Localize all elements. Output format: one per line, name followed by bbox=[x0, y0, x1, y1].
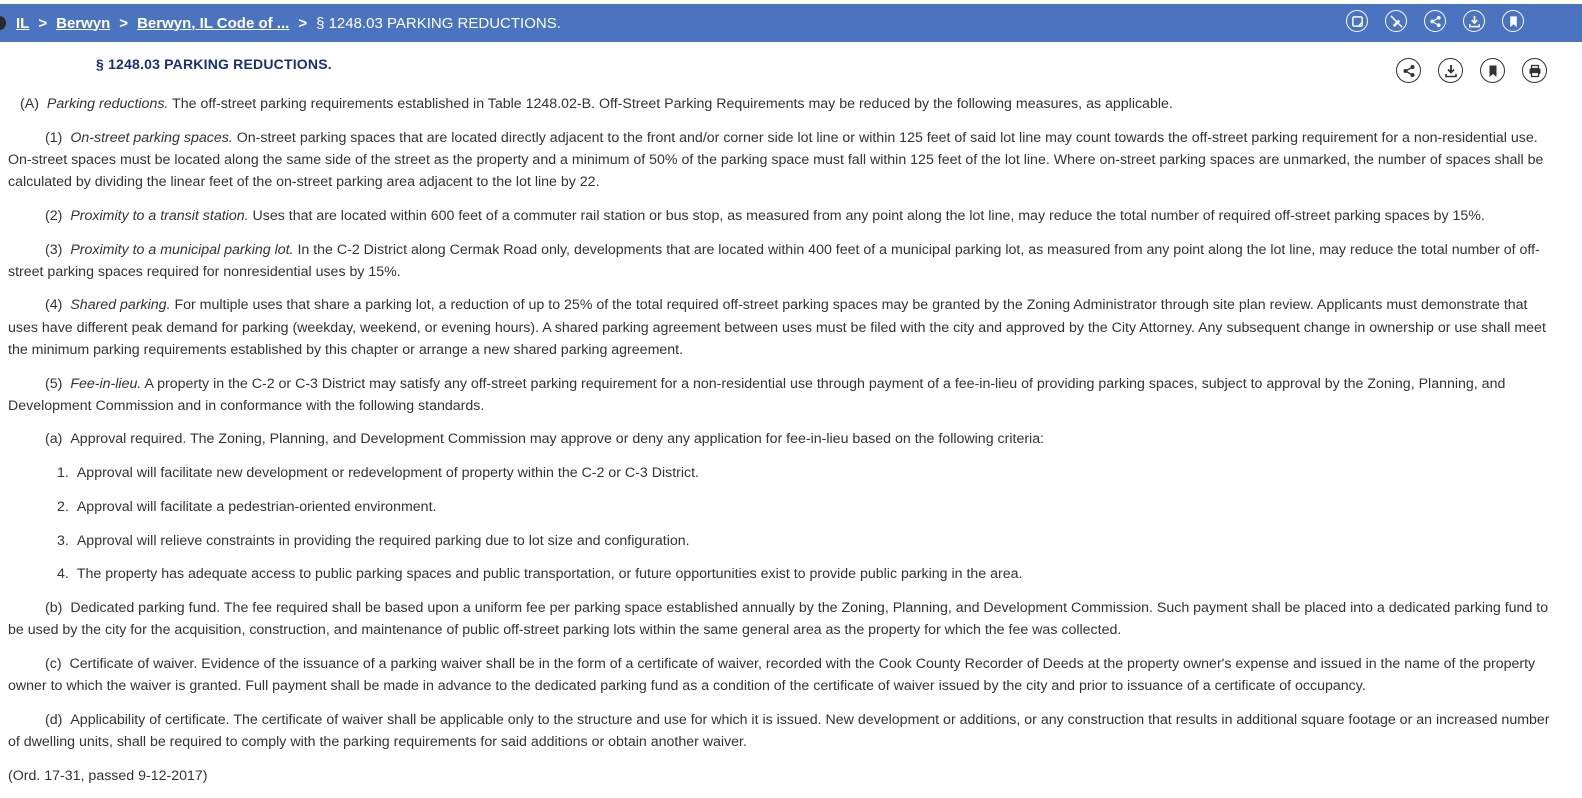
ordinance-history: (Ord. 17-31, passed 9-12-2017) bbox=[8, 767, 208, 784]
download-button[interactable] bbox=[1463, 10, 1485, 32]
breadcrumb-current: § 1248.03 PARKING REDUCTIONS. bbox=[316, 14, 561, 32]
breadcrumb-separator: > bbox=[298, 14, 308, 32]
criteria-item-4: 4. The property has adequate access to pu… bbox=[57, 566, 1023, 583]
paragraph-4: (4) Shared parking. For multiple uses tha… bbox=[8, 297, 1546, 358]
breadcrumb-bar: IL > Berwyn > Berwyn, IL Code of ... > §… bbox=[0, 4, 1582, 42]
paragraph-3: (3) Proximity to a municipal parking lot.… bbox=[8, 241, 1540, 280]
section-content: (A) Parking reductions. The off-street pa… bbox=[8, 93, 1558, 798]
bookmark-icon bbox=[1509, 15, 1517, 27]
criteria-item-1: 1. Approval will facilitate new developme… bbox=[57, 465, 700, 482]
bookmark-section-button[interactable] bbox=[1480, 58, 1505, 83]
print-icon bbox=[1529, 64, 1540, 77]
paragraph-5: (5) Fee-in-lieu. A property in the C-2 or… bbox=[8, 375, 1506, 414]
share-button[interactable] bbox=[1424, 10, 1446, 32]
download-icon bbox=[1468, 15, 1480, 27]
notes-icon bbox=[1351, 15, 1363, 27]
print-section-button[interactable] bbox=[1522, 58, 1547, 83]
paragraph-1: (1) On-street parking spaces. On-street p… bbox=[8, 129, 1544, 191]
paragraph-a: (A) Parking reductions. The off-street pa… bbox=[20, 96, 1173, 112]
document-toolbar bbox=[1396, 58, 1564, 83]
subparagraph-a: (a) Approval required. The Zoning, Planni… bbox=[45, 431, 1045, 448]
bookmark-icon bbox=[1489, 65, 1496, 77]
share-icon bbox=[1429, 15, 1441, 27]
share-section-button[interactable] bbox=[1396, 58, 1421, 83]
breadcrumb: IL > Berwyn > Berwyn, IL Code of ... > §… bbox=[16, 15, 561, 32]
top-toolbar bbox=[1346, 10, 1541, 32]
breadcrumb-separator: > bbox=[119, 14, 129, 32]
subparagraph-c: (c) Certificate of waiver. Evidence of th… bbox=[8, 655, 1536, 695]
section-title: § 1248.03 PARKING REDUCTIONS. bbox=[96, 56, 332, 72]
breadcrumb-separator: > bbox=[38, 14, 48, 32]
breadcrumb-link-il[interactable]: IL bbox=[16, 15, 29, 32]
subparagraph-d: (d) Applicability of certificate. The cer… bbox=[8, 711, 1550, 750]
subparagraph-b: (b) Dedicated parking fund. The fee requi… bbox=[8, 599, 1549, 639]
notes-button[interactable] bbox=[1346, 10, 1368, 32]
download-icon bbox=[1444, 64, 1457, 77]
download-section-button[interactable] bbox=[1438, 58, 1463, 83]
paragraph-2: (2) Proximity to a transit station. Uses … bbox=[45, 207, 1485, 224]
annotate-off-icon bbox=[1389, 14, 1403, 28]
breadcrumb-link-berwyn[interactable]: Berwyn bbox=[56, 15, 110, 32]
annotate-off-button[interactable] bbox=[1385, 10, 1407, 32]
breadcrumb-link-code[interactable]: Berwyn, IL Code of ... bbox=[137, 15, 289, 32]
criteria-item-3: 3. Approval will relieve constraints in p… bbox=[57, 532, 690, 549]
bookmark-button[interactable] bbox=[1502, 10, 1524, 32]
bar-edge-dot bbox=[0, 16, 6, 30]
share-icon bbox=[1403, 64, 1414, 77]
criteria-item-2: 2. Approval will facilitate a pedestrian-… bbox=[57, 498, 437, 515]
